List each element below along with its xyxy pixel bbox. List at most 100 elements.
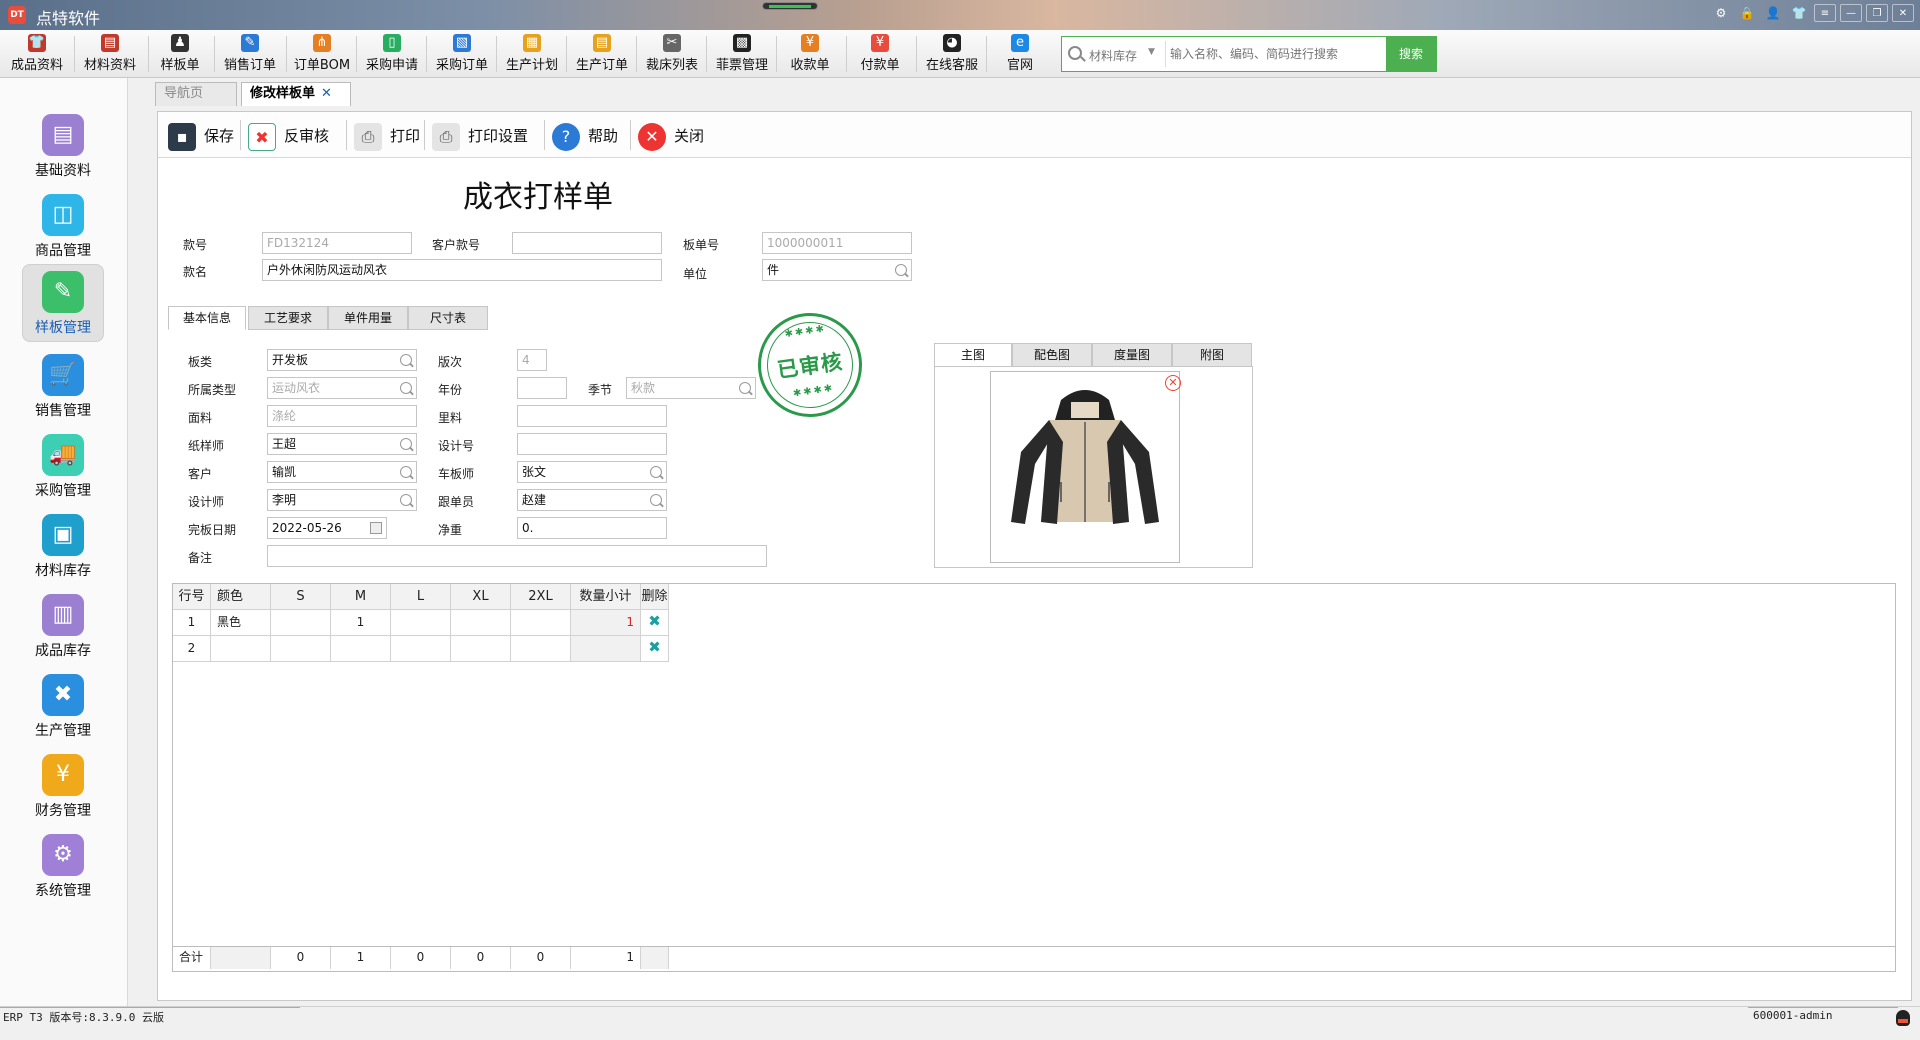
tab-process[interactable]: 工艺要求 bbox=[248, 306, 328, 330]
remark-field[interactable] bbox=[267, 545, 767, 567]
settings-icon[interactable]: ⚙ bbox=[1710, 4, 1732, 22]
toolbar-receipt[interactable]: ¥ 收款单 bbox=[780, 32, 840, 76]
tab-main-image[interactable]: 主图 bbox=[934, 343, 1012, 367]
sidebar-item-sample[interactable]: ✎ 样板管理 bbox=[22, 264, 104, 342]
customer-field[interactable]: 输凯 bbox=[267, 461, 417, 483]
print-button[interactable]: ⎙ 打印 bbox=[354, 120, 420, 152]
lookup-icon[interactable] bbox=[739, 382, 751, 394]
designer-label: 设计师 bbox=[188, 495, 225, 509]
ie-icon: e bbox=[1011, 34, 1029, 52]
sidebar-item-product-stock[interactable]: ▥ 成品库存 bbox=[22, 588, 104, 666]
tab-edit-sample[interactable]: 修改样板单 ✕ bbox=[241, 82, 351, 106]
toolbar-finished-goods[interactable]: 👕 成品资料 bbox=[6, 32, 68, 76]
year-field[interactable] bbox=[517, 377, 567, 399]
save-button[interactable]: ▪ 保存 bbox=[168, 120, 234, 152]
lookup-icon[interactable] bbox=[895, 264, 907, 276]
sidebar-item-material-stock[interactable]: ▣ 材料库存 bbox=[22, 508, 104, 586]
drag-handle[interactable] bbox=[762, 2, 818, 10]
window-controls: ⚙ 🔒 👤 👕 ≡ — ❐ ✕ bbox=[1710, 4, 1914, 22]
chevron-down-icon[interactable]: ▼ bbox=[1148, 47, 1155, 57]
toolbar-payment[interactable]: ¥ 付款单 bbox=[850, 32, 910, 76]
lookup-icon[interactable] bbox=[400, 494, 412, 506]
unapprove-button[interactable]: ✖ 反审核 bbox=[248, 120, 329, 152]
calendar-icon[interactable] bbox=[370, 522, 382, 534]
tab-unit-usage[interactable]: 单件用量 bbox=[328, 306, 408, 330]
app-logo-icon: DT bbox=[8, 6, 26, 24]
sidebar-item-product[interactable]: ◫ 商品管理 bbox=[22, 188, 104, 266]
sidebar-item-purchase[interactable]: 🚚 采购管理 bbox=[22, 428, 104, 506]
unit-field[interactable]: 件 bbox=[762, 259, 912, 281]
toolbar-sales-order[interactable]: ✎ 销售订单 bbox=[218, 32, 282, 76]
help-button[interactable]: ? 帮助 bbox=[552, 120, 618, 152]
toolbar-online-service[interactable]: ◕ 在线客服 bbox=[920, 32, 984, 76]
search-button[interactable]: 搜索 bbox=[1386, 37, 1436, 71]
lock-icon[interactable]: 🔒 bbox=[1736, 4, 1758, 22]
toolbar-purchase-order[interactable]: ▧ 采购订单 bbox=[430, 32, 494, 76]
skin-icon[interactable]: 👕 bbox=[1788, 4, 1810, 22]
toolbar-website[interactable]: e 官网 bbox=[990, 32, 1050, 76]
delete-row-button[interactable]: ✖ bbox=[641, 610, 669, 636]
restore-button[interactable]: ❐ bbox=[1866, 4, 1888, 22]
plan-icon: ▦ bbox=[523, 34, 541, 52]
search-category-select[interactable]: 材料库存 bbox=[1089, 47, 1137, 64]
version-label: 版次 bbox=[438, 355, 463, 369]
sample-no-field[interactable]: 1000000011 bbox=[762, 232, 912, 254]
toolbar-sample-sheet[interactable]: ♟ 样板单 bbox=[152, 32, 208, 76]
lining-label: 里料 bbox=[438, 411, 463, 425]
tab-basic-info[interactable]: 基本信息 bbox=[168, 306, 246, 330]
design-no-field[interactable] bbox=[517, 433, 667, 455]
delete-row-button[interactable]: ✖ bbox=[641, 636, 669, 662]
close-doc-button[interactable]: ✕ 关闭 bbox=[638, 120, 704, 152]
category-field[interactable]: 运动风衣 bbox=[267, 377, 417, 399]
lookup-icon[interactable] bbox=[650, 466, 662, 478]
sidebar-item-sales[interactable]: 🛒 销售管理 bbox=[22, 348, 104, 426]
sewer-field[interactable]: 张文 bbox=[517, 461, 667, 483]
customer-style-field[interactable] bbox=[512, 232, 662, 254]
minimize-button[interactable]: — bbox=[1840, 4, 1862, 22]
toolbar-production-plan[interactable]: ▦ 生产计划 bbox=[500, 32, 564, 76]
search-input[interactable] bbox=[1170, 43, 1390, 65]
toolbar-production-order[interactable]: ▤ 生产订单 bbox=[570, 32, 634, 76]
sidebar-item-finance[interactable]: ¥ 财务管理 bbox=[22, 748, 104, 826]
tab-attachment-image[interactable]: 附图 bbox=[1172, 343, 1252, 367]
sidebar-item-basic-data[interactable]: ▤ 基础资料 bbox=[22, 108, 104, 186]
menu-button[interactable]: ≡ bbox=[1814, 4, 1836, 22]
tab-measure-image[interactable]: 度量图 bbox=[1092, 343, 1172, 367]
lookup-icon[interactable] bbox=[650, 494, 662, 506]
close-button[interactable]: ✕ bbox=[1892, 4, 1914, 22]
sidebar-item-system[interactable]: ⚙ 系统管理 bbox=[22, 828, 104, 906]
user-icon[interactable]: 👤 bbox=[1762, 4, 1784, 22]
designer-field[interactable]: 李明 bbox=[267, 489, 417, 511]
toolbar-ticket-management[interactable]: ▩ 菲票管理 bbox=[710, 32, 774, 76]
finish-date-field[interactable]: 2022-05-26 bbox=[267, 517, 387, 539]
qq-icon[interactable] bbox=[1896, 1010, 1910, 1026]
tab-color-image[interactable]: 配色图 bbox=[1012, 343, 1092, 367]
merchandiser-field[interactable]: 赵建 bbox=[517, 489, 667, 511]
tab-navigation[interactable]: 导航页 bbox=[155, 82, 237, 106]
pattern-maker-field[interactable]: 王超 bbox=[267, 433, 417, 455]
toolbar-cutting-list[interactable]: ✂ 裁床列表 bbox=[640, 32, 704, 76]
remove-image-icon[interactable]: ✕ bbox=[1165, 375, 1181, 391]
style-name-field[interactable]: 户外休闲防风运动风衣 bbox=[262, 259, 662, 281]
close-tab-icon[interactable]: ✕ bbox=[321, 86, 332, 101]
tab-size-chart[interactable]: 尺寸表 bbox=[408, 306, 488, 330]
lining-field[interactable] bbox=[517, 405, 667, 427]
version-field[interactable]: 4 bbox=[517, 349, 547, 371]
sidebar-item-production[interactable]: ✖ 生产管理 bbox=[22, 668, 104, 746]
lookup-icon[interactable] bbox=[400, 438, 412, 450]
season-field[interactable]: 秋款 bbox=[626, 377, 756, 399]
lookup-icon[interactable] bbox=[400, 354, 412, 366]
lookup-icon[interactable] bbox=[400, 382, 412, 394]
unapprove-icon: ✖ bbox=[248, 122, 276, 151]
delete-icon: ✖ bbox=[648, 638, 661, 656]
help-icon: ? bbox=[552, 122, 580, 151]
toolbar-order-bom[interactable]: ⋔ 订单BOM bbox=[290, 32, 354, 76]
style-no-field[interactable]: FD132124 bbox=[262, 232, 412, 254]
toolbar-materials[interactable]: ▤ 材料资料 bbox=[78, 32, 142, 76]
print-settings-button[interactable]: ⎙ 打印设置 bbox=[432, 120, 528, 152]
net-weight-field[interactable]: 0. bbox=[517, 517, 667, 539]
toolbar-purchase-request[interactable]: ▯ 采购申请 bbox=[360, 32, 424, 76]
lookup-icon[interactable] bbox=[400, 466, 412, 478]
board-type-field[interactable]: 开发板 bbox=[267, 349, 417, 371]
fabric-field[interactable]: 涤纶 bbox=[267, 405, 417, 427]
